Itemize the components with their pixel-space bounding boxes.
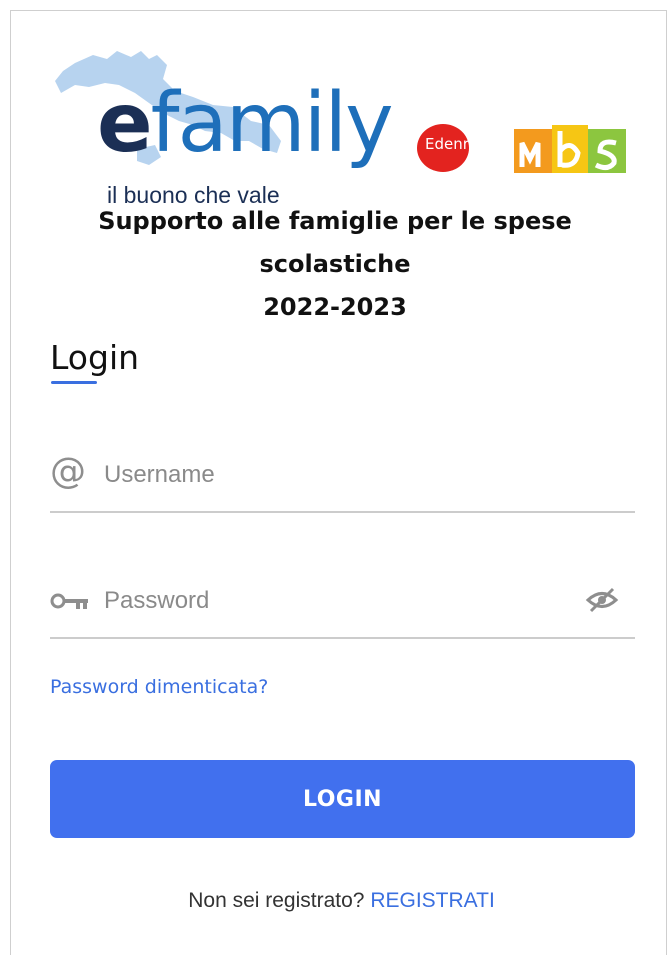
edenred-logo-text: Edenred — [425, 135, 488, 153]
at-icon: @ — [50, 451, 86, 492]
edenred-logo: Edenred — [417, 123, 497, 173]
register-link[interactable]: REGISTRATI — [370, 889, 494, 912]
login-title-underline — [51, 381, 97, 384]
mbs-logo — [514, 125, 626, 173]
heading-line-2: scolastiche — [259, 250, 411, 278]
password-field — [50, 569, 635, 639]
forgot-password-link[interactable]: Password dimenticata? — [50, 676, 268, 698]
login-title: Login — [50, 338, 140, 377]
username-input[interactable] — [104, 457, 584, 493]
heading-line-1: Supporto alle famiglie per le spese — [98, 207, 572, 235]
username-field: @ — [50, 443, 635, 513]
password-input[interactable] — [104, 583, 584, 619]
key-icon — [50, 591, 90, 616]
page-heading: Supporto alle famiglie per le spese scol… — [40, 200, 630, 329]
brand-logos: efamily il buono che vale Edenred — [45, 45, 635, 208]
register-line: Non sei registrato? REGISTRATI — [0, 889, 669, 913]
login-button[interactable]: LOGIN — [50, 760, 635, 838]
eye-off-icon[interactable] — [585, 587, 619, 618]
efamily-logo-text: efamily — [97, 76, 394, 171]
heading-line-3: 2022-2023 — [263, 293, 407, 321]
register-prompt: Non sei registrato? — [188, 889, 365, 912]
